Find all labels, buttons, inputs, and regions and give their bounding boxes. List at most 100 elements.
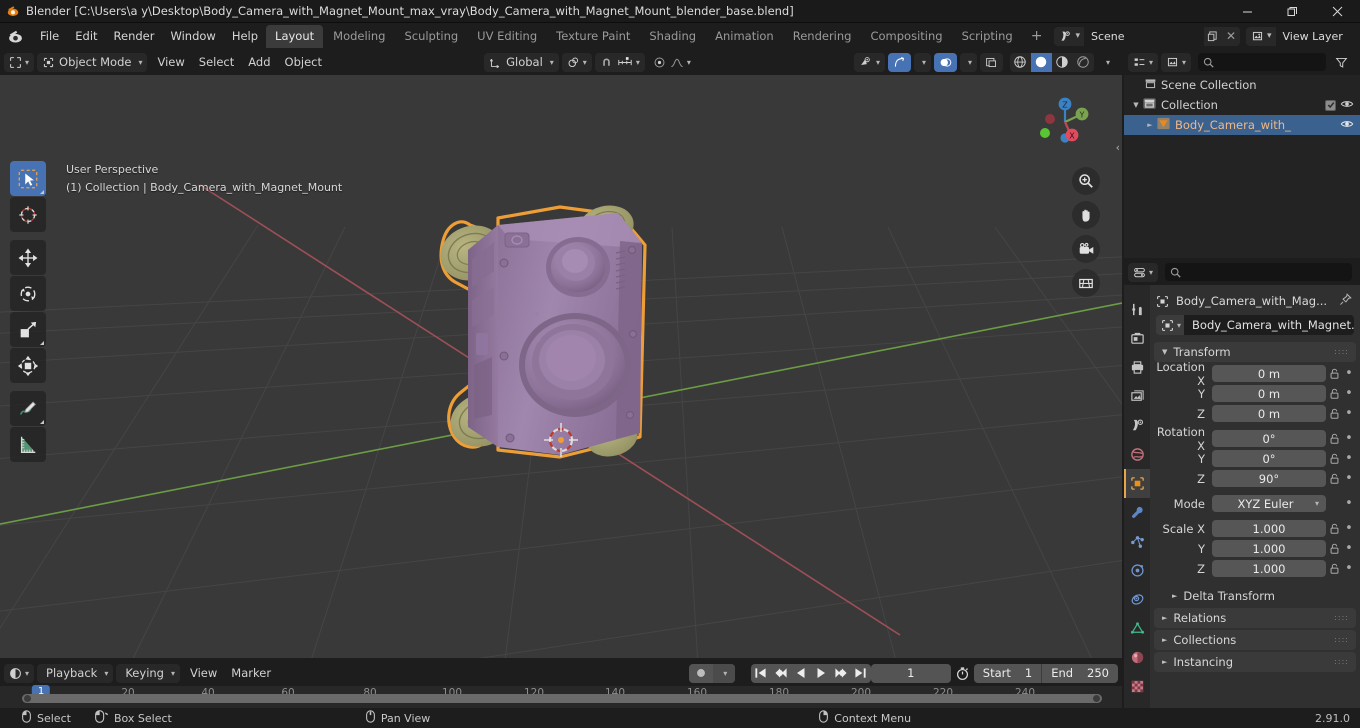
end-frame-field[interactable]: End 250 [1042, 664, 1118, 683]
object-tab[interactable] [1124, 469, 1150, 498]
viewport-menu-add[interactable]: Add [241, 52, 277, 72]
current-frame-field[interactable]: 1 [870, 663, 951, 683]
tab-modeling[interactable]: Modeling [324, 25, 394, 48]
menu-edit[interactable]: Edit [67, 26, 105, 46]
start-frame-field[interactable]: Start 1 [974, 663, 1043, 683]
remove-scene-button[interactable]: ✕ [1221, 26, 1240, 46]
overlays-toggle-button[interactable] [933, 52, 957, 72]
collections-panel-header[interactable]: ► Collections :::: [1154, 630, 1356, 650]
move-tool[interactable] [10, 240, 46, 275]
lock-icon[interactable] [1326, 523, 1342, 535]
tab-scripting[interactable]: Scripting [953, 25, 1022, 48]
animate-dot-icon[interactable]: • [1342, 407, 1356, 420]
menu-render[interactable]: Render [106, 26, 163, 46]
relations-panel-header[interactable]: ► Relations :::: [1154, 608, 1356, 628]
view-layer-pill[interactable]: ▾ View Layer ✕ [1245, 26, 1360, 46]
use-preview-range-icon[interactable] [955, 666, 970, 681]
tweak-select-tool[interactable] [10, 161, 46, 196]
field-value[interactable]: 90° [1212, 470, 1326, 487]
scene-pill[interactable]: ▾ Scene ✕ [1054, 26, 1240, 46]
lock-icon[interactable] [1326, 563, 1342, 575]
jump-end-icon[interactable] [851, 664, 871, 683]
animate-dot-icon[interactable]: • [1342, 432, 1356, 445]
xray-toggle-button[interactable] [979, 52, 1003, 72]
next-keyframe-icon[interactable] [831, 664, 851, 683]
visibility-selector-button[interactable]: ▾ [853, 52, 885, 72]
field-value[interactable]: 0 m [1212, 365, 1326, 382]
lock-icon[interactable] [1326, 388, 1342, 400]
measure-tool[interactable] [10, 427, 46, 462]
field-value[interactable]: 0 m [1212, 405, 1326, 422]
scrollbar-knob-right[interactable] [1093, 695, 1100, 702]
menu-help[interactable]: Help [224, 26, 266, 46]
keying-menu-button[interactable]: Keying ▾ [116, 663, 180, 683]
tab-layout[interactable]: Layout [266, 24, 324, 48]
rotate-tool[interactable] [10, 276, 46, 311]
tab-rendering[interactable]: Rendering [784, 25, 861, 48]
tab-sculpting[interactable]: Sculpting [395, 25, 467, 48]
animate-dot-icon[interactable]: • [1342, 452, 1356, 465]
rotation-mode-dropdown[interactable]: XYZ Euler ▾ [1212, 495, 1326, 512]
menu-window[interactable]: Window [162, 26, 223, 46]
shading-wireframe-button[interactable] [1010, 53, 1031, 72]
camera-view-icon[interactable] [1072, 235, 1100, 263]
pan-hand-icon[interactable] [1072, 201, 1100, 229]
tab-shading[interactable]: Shading [640, 25, 705, 48]
new-scene-button[interactable] [1203, 26, 1222, 46]
scene-name[interactable]: Scene [1083, 26, 1204, 46]
eye-icon[interactable] [1340, 117, 1354, 134]
collection-checkbox[interactable] [1325, 99, 1336, 111]
animate-dot-icon[interactable]: • [1342, 497, 1356, 510]
outliner-row-body-camera[interactable]: ► Body_Camera_with_ [1124, 115, 1360, 135]
playback-menu-button[interactable]: Playback ▾ [37, 663, 114, 683]
physics-tab[interactable] [1124, 556, 1150, 585]
timeline-scrollbar[interactable] [0, 694, 1116, 703]
object-id-type-button[interactable]: ▾ [1156, 315, 1185, 335]
lock-icon[interactable] [1326, 433, 1342, 445]
transform-orientation-button[interactable]: Global ▾ [484, 52, 559, 72]
scale-tool[interactable] [10, 312, 46, 347]
viewport-canvas[interactable]: User Perspective (1) Collection | Body_C… [0, 75, 1122, 658]
play-icon[interactable] [811, 664, 831, 683]
gizmo-dropdown[interactable]: ▾ [913, 52, 931, 72]
animate-dot-icon[interactable]: • [1342, 387, 1356, 400]
object-data-tab[interactable] [1124, 614, 1150, 643]
tab-compositing[interactable]: Compositing [861, 25, 951, 48]
properties-search-input[interactable] [1165, 263, 1352, 281]
field-value[interactable]: 0° [1212, 430, 1326, 447]
lock-icon[interactable] [1326, 408, 1342, 420]
play-reverse-icon[interactable] [791, 664, 811, 683]
cursor-tool[interactable] [10, 197, 46, 232]
pivot-point-button[interactable]: ▾ [561, 52, 592, 72]
shading-material-preview-button[interactable] [1052, 53, 1073, 72]
auto-keying-dropdown[interactable]: ▾ [712, 663, 735, 683]
add-workspace-button[interactable]: + [1023, 28, 1051, 44]
pin-icon[interactable] [1339, 293, 1352, 309]
editor-type-button[interactable]: ▾ [4, 52, 35, 72]
shading-solid-button[interactable] [1030, 52, 1052, 72]
tab-texture-paint[interactable]: Texture Paint [547, 25, 639, 48]
scrollbar-bar[interactable] [22, 694, 1102, 703]
menu-file[interactable]: File [32, 26, 67, 46]
toggle-ortho-icon[interactable] [1072, 269, 1100, 297]
world-tab[interactable] [1124, 440, 1150, 469]
animate-dot-icon[interactable]: • [1342, 562, 1356, 575]
render-tab[interactable] [1124, 324, 1150, 353]
minimize-button[interactable] [1225, 0, 1270, 23]
eye-icon[interactable] [1340, 97, 1354, 114]
blender-logo-icon[interactable] [7, 28, 24, 45]
gizmo-toggle-button[interactable] [887, 52, 911, 72]
expand-triangle-icon[interactable]: ► [1144, 121, 1156, 129]
field-value[interactable]: 0 m [1212, 385, 1326, 402]
lock-icon[interactable] [1326, 543, 1342, 555]
outliner-editor-type-button[interactable]: ▾ [1128, 52, 1159, 72]
snapping-button[interactable]: ▾ [594, 52, 645, 72]
animate-dot-icon[interactable]: • [1342, 367, 1356, 380]
proportional-edit-button[interactable]: ▾ [648, 53, 696, 72]
modifier-tab[interactable] [1124, 498, 1150, 527]
field-value[interactable]: 0° [1212, 450, 1326, 467]
viewport-3d[interactable]: ▾ Object Mode ▾ View Select Add Object G… [0, 49, 1122, 658]
timeline-menu-view[interactable]: View [183, 663, 224, 683]
animate-dot-icon[interactable]: • [1342, 472, 1356, 485]
outliner-filter-button[interactable] [1330, 53, 1353, 72]
